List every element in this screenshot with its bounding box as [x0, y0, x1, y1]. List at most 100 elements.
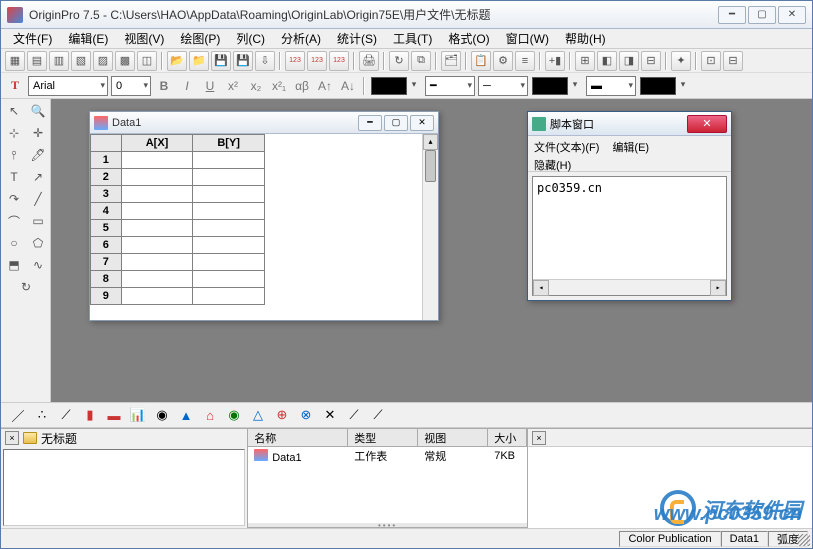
- new-layout-button[interactable]: ◫: [137, 51, 157, 71]
- btn-123-2[interactable]: 123: [307, 51, 327, 71]
- menu-analysis[interactable]: 分析(A): [273, 28, 329, 49]
- vector-plot-button[interactable]: ✕: [319, 405, 341, 425]
- cell[interactable]: [193, 169, 265, 186]
- data-reader-tool[interactable]: ✛: [27, 123, 49, 143]
- text-tool-icon[interactable]: T: [5, 76, 25, 96]
- open-button[interactable]: 📂: [167, 51, 187, 71]
- area-plot-button[interactable]: ▲: [175, 405, 197, 425]
- subscript-button[interactable]: x₂: [246, 76, 266, 96]
- project-tree[interactable]: [3, 449, 245, 526]
- new-notes-button[interactable]: ▩: [115, 51, 135, 71]
- new-project-button[interactable]: ▦: [5, 51, 25, 71]
- menu-view[interactable]: 视图(V): [116, 28, 172, 49]
- worksheet-grid[interactable]: A[X] B[Y] 1 2 3 4 5 6 7 8 9: [90, 134, 422, 320]
- rescale-button[interactable]: ⊞: [575, 51, 595, 71]
- results-log-button[interactable]: 📋: [471, 51, 491, 71]
- circle-tool[interactable]: ○: [3, 233, 25, 253]
- worksheet-titlebar[interactable]: Data1 ━ ▢ ✕: [90, 112, 438, 134]
- stack-column-button[interactable]: 📊: [127, 405, 149, 425]
- ternary-plot-button[interactable]: △: [247, 405, 269, 425]
- greek-button[interactable]: αβ: [292, 76, 312, 96]
- script-window[interactable]: 脚本窗口 ✕ 文件(文本)(F) 编辑(E) 隐藏(H) pc0359.cn: [527, 111, 732, 301]
- cell[interactable]: [121, 271, 193, 288]
- script-menu-file[interactable]: 文件(文本)(F): [534, 142, 599, 154]
- script-text-area[interactable]: pc0359.cn: [532, 176, 727, 296]
- col-name[interactable]: 名称: [248, 429, 348, 446]
- menu-window[interactable]: 窗口(W): [498, 28, 557, 49]
- script-hscrollbar[interactable]: [533, 279, 726, 295]
- extract-button[interactable]: ◨: [619, 51, 639, 71]
- duplicate-button[interactable]: ⧉: [411, 51, 431, 71]
- draw-data-tool[interactable]: 🖊: [27, 145, 49, 165]
- worksheet-maximize-button[interactable]: ▢: [384, 115, 408, 131]
- template-button[interactable]: ⟋: [343, 405, 365, 425]
- line-width-select[interactable]: ─: [478, 76, 528, 96]
- cell[interactable]: [193, 186, 265, 203]
- row-header[interactable]: 8: [91, 271, 122, 288]
- cell[interactable]: [193, 288, 265, 305]
- pattern-select[interactable]: ▬: [586, 76, 636, 96]
- pointer-tool[interactable]: ↖: [3, 101, 25, 121]
- cell[interactable]: [121, 203, 193, 220]
- high-low-button[interactable]: ⊗: [295, 405, 317, 425]
- zoom-out-button[interactable]: ⊟: [723, 51, 743, 71]
- polar-plot-button[interactable]: ◉: [223, 405, 245, 425]
- scatter-plot-button[interactable]: ∴: [31, 405, 53, 425]
- line-tool[interactable]: ╱: [27, 189, 49, 209]
- script-window-button[interactable]: ≡: [515, 51, 535, 71]
- new-worksheet-button[interactable]: ▤: [27, 51, 47, 71]
- new-matrix-button[interactable]: ▨: [93, 51, 113, 71]
- worksheet-window[interactable]: Data1 ━ ▢ ✕ A[X] B[Y] 1 2: [89, 111, 439, 321]
- menu-column[interactable]: 列(C): [228, 28, 273, 49]
- cell[interactable]: [121, 220, 193, 237]
- line-color-swatch[interactable]: [371, 77, 407, 95]
- cell[interactable]: [193, 203, 265, 220]
- minimize-button[interactable]: ━: [718, 6, 746, 24]
- col-type[interactable]: 类型: [348, 429, 418, 446]
- supersubscript-button[interactable]: x²₁: [269, 76, 289, 96]
- splitter[interactable]: ••••: [248, 522, 527, 528]
- new-graph-button[interactable]: ▧: [71, 51, 91, 71]
- tree-close-button[interactable]: ×: [5, 431, 19, 445]
- import-button[interactable]: ⇩: [255, 51, 275, 71]
- close-button[interactable]: ✕: [778, 6, 806, 24]
- row-header[interactable]: 7: [91, 254, 122, 271]
- grid-corner[interactable]: [91, 135, 122, 152]
- zoom-button[interactable]: ⊡: [701, 51, 721, 71]
- decrease-font-button[interactable]: A↓: [338, 76, 358, 96]
- text-tool[interactable]: T: [3, 167, 25, 187]
- tree-root-label[interactable]: 无标题: [41, 430, 77, 447]
- double-y-button[interactable]: ⟋: [367, 405, 389, 425]
- font-color-swatch[interactable]: [640, 77, 676, 95]
- script-menu-edit[interactable]: 编辑(E): [612, 142, 649, 154]
- row-header[interactable]: 9: [91, 288, 122, 305]
- region-tool[interactable]: ⬒: [3, 255, 25, 275]
- line-symbol-plot-button[interactable]: ⟋: [55, 405, 77, 425]
- menu-statistics[interactable]: 统计(S): [329, 28, 385, 49]
- aux-close-button[interactable]: ×: [532, 431, 546, 445]
- open-template-button[interactable]: 📁: [189, 51, 209, 71]
- layer-button[interactable]: ◧: [597, 51, 617, 71]
- font-size-select[interactable]: 0: [111, 76, 151, 96]
- superscript-button[interactable]: x²: [223, 76, 243, 96]
- btn-123-1[interactable]: 123: [285, 51, 305, 71]
- screen-reader-tool[interactable]: ⊹: [3, 123, 25, 143]
- refresh-button[interactable]: ↻: [389, 51, 409, 71]
- bold-button[interactable]: B: [154, 76, 174, 96]
- add-column-button[interactable]: +▮: [545, 51, 565, 71]
- cell[interactable]: [121, 152, 193, 169]
- cell[interactable]: [193, 254, 265, 271]
- data-selector-tool[interactable]: ⫯: [3, 145, 25, 165]
- underline-button[interactable]: U: [200, 76, 220, 96]
- fill-color-swatch[interactable]: [532, 77, 568, 95]
- cell[interactable]: [193, 237, 265, 254]
- file-row[interactable]: Data1 工作表 常规 7KB: [248, 447, 527, 465]
- row-header[interactable]: 1: [91, 152, 122, 169]
- file-list[interactable]: Data1 工作表 常规 7KB ••••: [248, 447, 527, 528]
- project-explorer-button[interactable]: 🗂: [441, 51, 461, 71]
- cell[interactable]: [193, 271, 265, 288]
- save-template-button[interactable]: 💾: [233, 51, 253, 71]
- column-plot-button[interactable]: ▮: [79, 405, 101, 425]
- script-close-button[interactable]: ✕: [687, 115, 727, 133]
- bar-plot-button[interactable]: ▬: [103, 405, 125, 425]
